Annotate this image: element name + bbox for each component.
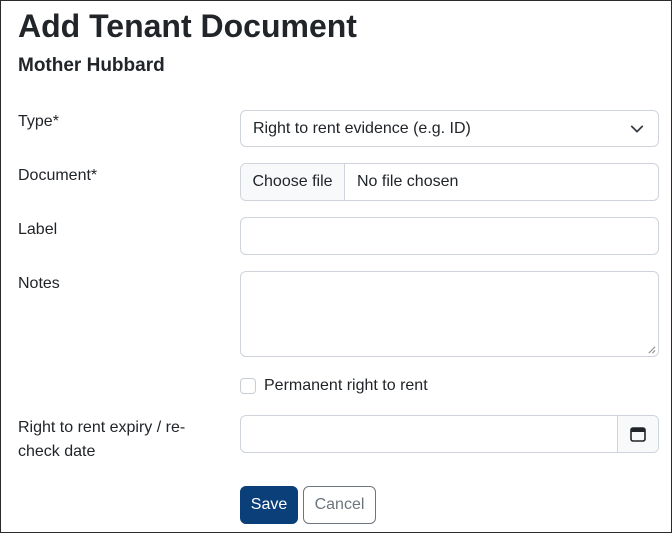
expiry-date-input[interactable] <box>240 415 659 453</box>
notes-textarea[interactable] <box>240 271 659 357</box>
type-select[interactable]: Right to rent evidence (e.g. ID) <box>240 110 659 147</box>
notes-label: Notes <box>18 275 60 292</box>
permanent-right-to-rent-label: Permanent right to rent <box>264 377 428 394</box>
expiry-date-label-line1: Right to rent expiry / re- <box>18 419 186 436</box>
date-picker-button[interactable] <box>617 416 658 452</box>
expiry-date-label-line2: check date <box>18 443 96 460</box>
tenant-name: Mother Hubbard <box>18 55 165 76</box>
resize-handle-icon[interactable] <box>647 345 656 354</box>
document-file-input[interactable]: Choose file No file chosen <box>240 163 659 201</box>
permanent-right-to-rent-row[interactable]: Permanent right to rent <box>240 375 428 397</box>
label-field-label: Label <box>18 221 58 238</box>
permanent-right-to-rent-checkbox[interactable] <box>240 378 256 394</box>
type-selected-value: Right to rent evidence (e.g. ID) <box>253 119 471 137</box>
file-status: No file chosen <box>357 173 459 190</box>
chevron-down-icon <box>630 125 644 133</box>
type-label: Type* <box>18 113 59 130</box>
document-label: Document* <box>18 167 98 184</box>
label-input[interactable] <box>240 217 659 255</box>
page-title: Add Tenant Document <box>18 8 357 44</box>
page-container: Add Tenant Document Mother Hubbard Type*… <box>0 0 672 533</box>
save-button[interactable]: Save <box>240 486 298 524</box>
calendar-icon <box>630 427 646 442</box>
choose-file-button[interactable]: Choose file <box>241 164 345 200</box>
expiry-date-label: Right to rent expiry / re- check date <box>18 416 185 464</box>
cancel-button[interactable]: Cancel <box>303 486 376 524</box>
